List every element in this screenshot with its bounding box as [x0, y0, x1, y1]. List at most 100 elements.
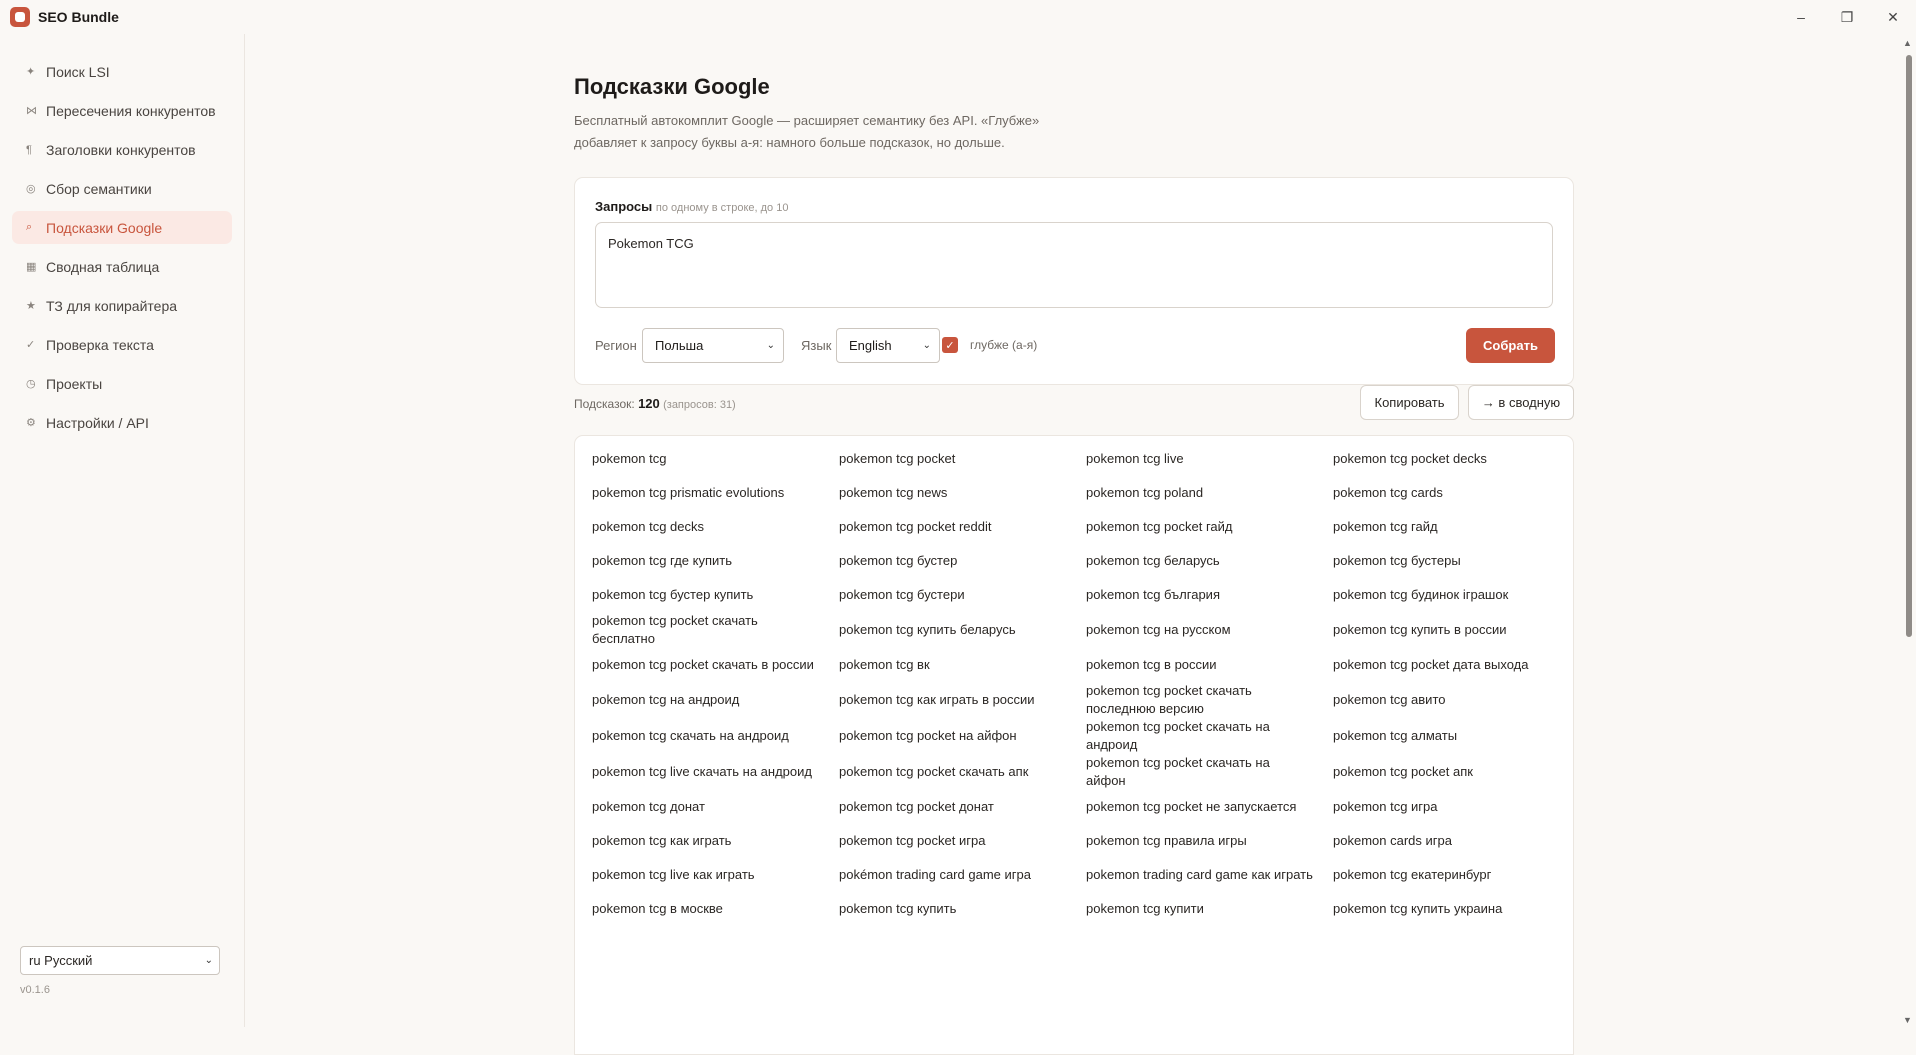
scroll-up-icon[interactable]: ▲	[1903, 38, 1912, 48]
region-label: Регион	[595, 338, 637, 353]
suggestion-item[interactable]: pokemon tcg pocket гайд	[1086, 510, 1333, 544]
sidebar-item[interactable]: ⋈ Пересечения конкурентов	[12, 94, 232, 127]
suggestion-item[interactable]: pokemon tcg cards	[1333, 476, 1573, 510]
suggestion-item[interactable]: pokemon tcg pocket не запускается	[1086, 790, 1333, 824]
suggestion-item[interactable]: pokemon tcg pocket апк	[1333, 754, 1573, 790]
maximize-button[interactable]: ❐	[1824, 0, 1870, 34]
chevron-down-icon: ⌄	[204, 955, 213, 966]
suggestion-item[interactable]: pokemon tcg pocket донат	[839, 790, 1086, 824]
suggestion-item[interactable]: pokemon tcg как играть в россии	[839, 682, 1086, 718]
app-logo-icon	[10, 7, 30, 27]
suggestion-item[interactable]: pokemon tcg prismatic evolutions	[592, 476, 839, 510]
sidebar-item-label: Подсказки Google	[46, 219, 163, 236]
sidebar-item[interactable]: ▦ Сводная таблица	[12, 250, 232, 283]
collect-button[interactable]: Собрать	[1466, 328, 1555, 363]
window-controls: – ❐ ✕	[1778, 0, 1916, 34]
suggestion-item[interactable]: pokemon tcg гайд	[1333, 510, 1573, 544]
sidebar-item[interactable]: ★ ТЗ для копирайтера	[12, 289, 232, 322]
suggestion-item[interactable]: pokemon tcg в россии	[1086, 648, 1333, 682]
suggestion-item[interactable]: pokemon trading card game как играть	[1086, 858, 1333, 892]
suggestion-item[interactable]: pokemon tcg pocket скачать апк	[839, 754, 1086, 790]
scroll-down-icon[interactable]: ▼	[1903, 1015, 1912, 1025]
to-summary-button[interactable]: → в сводную	[1468, 385, 1574, 420]
main-content: Подсказки Google Бесплатный автокомплит …	[246, 34, 1900, 1055]
suggestion-item[interactable]: pokemon tcg pocket игра	[839, 824, 1086, 858]
suggestion-item[interactable]: pokemon tcg pocket скачать бесплатно	[592, 612, 839, 648]
suggestion-item[interactable]: pokemon tcg купить беларусь	[839, 612, 1086, 648]
suggestion-item[interactable]: pokemon tcg бустери	[839, 578, 1086, 612]
scrollbar-thumb[interactable]	[1906, 55, 1912, 637]
suggestion-item[interactable]: pokemon tcg news	[839, 476, 1086, 510]
suggestion-item[interactable]: pokemon tcg decks	[592, 510, 839, 544]
suggestion-item[interactable]: pokemon tcg как играть	[592, 824, 839, 858]
suggestion-item[interactable]: pokemon tcg купити	[1086, 892, 1333, 926]
suggestion-item[interactable]: pokemon tcg беларусь	[1086, 544, 1333, 578]
suggestion-item[interactable]: pokemon tcg игра	[1333, 790, 1573, 824]
suggestion-item[interactable]: pokemon tcg live	[1086, 442, 1333, 476]
suggestion-item[interactable]: pokemon tcg на андроид	[592, 682, 839, 718]
suggestion-item[interactable]: pokemon tcg бустер	[839, 544, 1086, 578]
suggestion-item[interactable]: pokemon tcg где купить	[592, 544, 839, 578]
sidebar-item[interactable]: ⚙ Настройки / API	[12, 406, 232, 439]
suggestion-item[interactable]: pokemon tcg купить в россии	[1333, 612, 1573, 648]
suggestion-item[interactable]: pokemon tcg в москве	[592, 892, 839, 926]
suggestion-item[interactable]: pokemon tcg live скачать на андроид	[592, 754, 839, 790]
sidebar-item-label: Проекты	[46, 375, 103, 392]
suggestion-item[interactable]: pokemon tcg авито	[1333, 682, 1573, 718]
suggestion-item[interactable]: pokemon tcg донат	[592, 790, 839, 824]
suggestion-item[interactable]: pokemon tcg pocket	[839, 442, 1086, 476]
suggestion-item[interactable]: pokemon tcg	[592, 442, 839, 476]
sidebar-item[interactable]: ◎ Сбор семантики	[12, 172, 232, 205]
suggestion-item[interactable]: pokemon tcg live как играть	[592, 858, 839, 892]
language-select-form[interactable]: English ⌄	[836, 328, 940, 363]
suggestion-item[interactable]: pokemon tcg pocket скачать на айфон	[1086, 754, 1333, 790]
checkmark-icon: ✓	[945, 339, 955, 352]
region-select[interactable]: Польша ⌄	[642, 328, 784, 363]
table-icon: ▦	[26, 261, 37, 273]
page-description-line: добавляет к запросу буквы а-я: намного б…	[574, 135, 1005, 150]
suggestion-item[interactable]: pokemon tcg pocket скачать в россии	[592, 648, 839, 682]
sidebar-item[interactable]: ⌕ Подсказки Google	[12, 211, 232, 244]
suggestions-count-label: Подсказок:	[574, 397, 635, 411]
suggestion-item[interactable]: pokemon tcg вк	[839, 648, 1086, 682]
suggestion-item[interactable]: pokemon tcg бустеры	[1333, 544, 1573, 578]
language-select[interactable]: ru Русский ⌄	[20, 946, 220, 975]
title-bar: SEO Bundle – ❐ ✕	[0, 0, 1916, 34]
minimize-button[interactable]: –	[1778, 0, 1824, 34]
queries-label-title: Запросы	[595, 199, 653, 214]
suggestion-item[interactable]: pokemon tcg будинок іграшок	[1333, 578, 1573, 612]
sidebar-item[interactable]: ✓ Проверка текста	[12, 328, 232, 361]
suggestion-item[interactable]: pokemon tcg купить	[839, 892, 1086, 926]
deeper-checkbox[interactable]: ✓	[942, 337, 958, 353]
suggestion-item[interactable]: pokemon tcg pocket дата выхода	[1333, 648, 1573, 682]
suggestion-item[interactable]: pokemon tcg правила игры	[1086, 824, 1333, 858]
suggestion-item[interactable]: pokemon tcg скачать на андроид	[592, 718, 839, 754]
chevron-down-icon: ⌄	[922, 340, 931, 351]
suggestion-item[interactable]: pokemon tcg pocket reddit	[839, 510, 1086, 544]
sidebar-item[interactable]: ◷ Проекты	[12, 367, 232, 400]
suggestion-item[interactable]: pokemon tcg poland	[1086, 476, 1333, 510]
suggestion-item[interactable]: pokemon tcg българия	[1086, 578, 1333, 612]
sidebar-item[interactable]: ✦ Поиск LSI	[12, 55, 232, 88]
suggestion-item[interactable]: pokemon tcg pocket скачать на андроид	[1086, 718, 1333, 754]
suggestion-item[interactable]: pokemon tcg алматы	[1333, 718, 1573, 754]
language-select-value: ru Русский	[29, 953, 93, 968]
sidebar-item[interactable]: ¶ Заголовки конкурентов	[12, 133, 232, 166]
suggestion-item[interactable]: pokemon tcg купить украина	[1333, 892, 1573, 926]
suggestion-item[interactable]: pokemon tcg бустер купить	[592, 578, 839, 612]
suggestion-item[interactable]: pokemon tcg екатеринбург	[1333, 858, 1573, 892]
queries-textarea[interactable]: Pokemon TCG	[595, 222, 1553, 308]
suggestion-item[interactable]: pokemon tcg pocket на айфон	[839, 718, 1086, 754]
close-button[interactable]: ✕	[1870, 0, 1916, 34]
paragraph-icon: ¶	[26, 143, 32, 156]
query-form-card: Запросы по одному в строке, до 10 Pokemo…	[574, 177, 1574, 385]
suggestion-item[interactable]: pokemon tcg на русском	[1086, 612, 1333, 648]
suggestion-item[interactable]: pokemon cards игра	[1333, 824, 1573, 858]
suggestion-item[interactable]: pokémon trading card game игра	[839, 858, 1086, 892]
app-title: SEO Bundle	[38, 9, 119, 25]
chevron-down-icon: ⌄	[766, 340, 775, 351]
copy-button[interactable]: Копировать	[1360, 385, 1459, 420]
app-version: v0.1.6	[20, 984, 50, 996]
suggestion-item[interactable]: pokemon tcg pocket скачать последнюю вер…	[1086, 682, 1333, 718]
suggestion-item[interactable]: pokemon tcg pocket decks	[1333, 442, 1573, 476]
